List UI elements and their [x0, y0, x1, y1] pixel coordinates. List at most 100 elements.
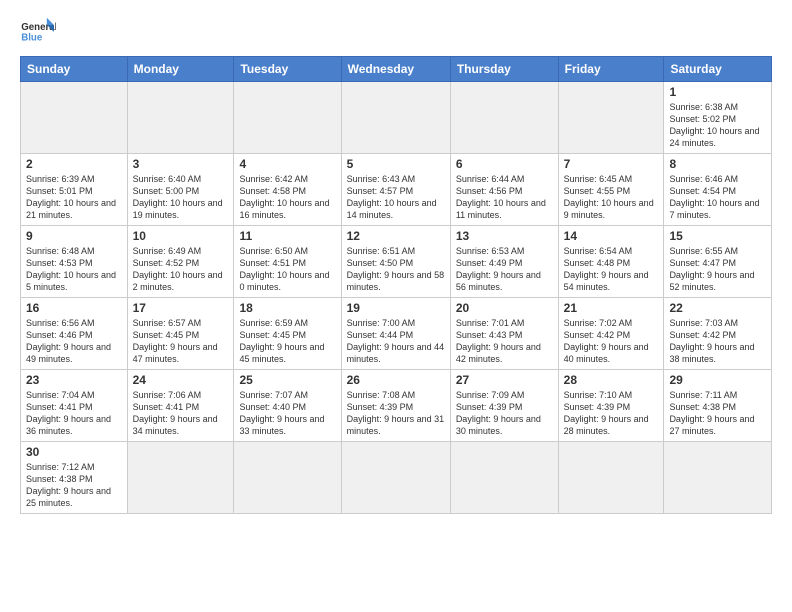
calendar-cell: 17 Sunrise: 6:57 AM Sunset: 4:45 PM Dayli…: [127, 298, 234, 370]
page: General Blue SundayMondayTuesdayWednesda…: [0, 0, 792, 612]
header: General Blue: [20, 16, 772, 46]
day-info: Sunrise: 7:01 AM Sunset: 4:43 PM Dayligh…: [456, 317, 553, 366]
calendar-cell: [341, 82, 450, 154]
day-number: 4: [239, 157, 335, 171]
calendar-cell: 21Sunrise: 7:02 AM Sunset: 4:42 PM Dayli…: [558, 298, 664, 370]
day-info: Sunrise: 6:57 AM Sunset: 4:45 PM Dayligh…: [133, 317, 229, 366]
day-info: Sunrise: 7:03 AM Sunset: 4:42 PM Dayligh…: [669, 317, 766, 366]
day-info: Sunrise: 6:53 AM Sunset: 4:49 PM Dayligh…: [456, 245, 553, 294]
day-info: Sunrise: 6:38 AM Sunset: 5:02 PM Dayligh…: [669, 101, 766, 150]
calendar-cell: 19 Sunrise: 7:00 AM Sunset: 4:44 PM Dayli…: [341, 298, 450, 370]
weekday-thursday: Thursday: [450, 57, 558, 82]
calendar-cell: [558, 82, 664, 154]
weekday-monday: Monday: [127, 57, 234, 82]
day-number: 12: [347, 229, 445, 243]
calendar-cell: 11 Sunrise: 6:50 AM Sunset: 4:51 PM Dayli…: [234, 226, 341, 298]
day-info: Sunrise: 6:50 AM Sunset: 4:51 PM Dayligh…: [239, 245, 335, 294]
weekday-friday: Friday: [558, 57, 664, 82]
day-info: Sunrise: 6:44 AM Sunset: 4:56 PM Dayligh…: [456, 173, 553, 222]
day-info: Sunrise: 7:06 AM Sunset: 4:41 PM Dayligh…: [133, 389, 229, 438]
week-row-3: 9 Sunrise: 6:48 AM Sunset: 4:53 PM Daylig…: [21, 226, 772, 298]
day-number: 27: [456, 373, 553, 387]
weekday-header-row: SundayMondayTuesdayWednesdayThursdayFrid…: [21, 57, 772, 82]
calendar-cell: 7Sunrise: 6:45 AM Sunset: 4:55 PM Daylig…: [558, 154, 664, 226]
day-number: 1: [669, 85, 766, 99]
calendar-cell: 12 Sunrise: 6:51 AM Sunset: 4:50 PM Dayli…: [341, 226, 450, 298]
calendar-cell: 1 Sunrise: 6:38 AM Sunset: 5:02 PM Daylig…: [664, 82, 772, 154]
calendar-cell: 8Sunrise: 6:46 AM Sunset: 4:54 PM Daylig…: [664, 154, 772, 226]
day-number: 17: [133, 301, 229, 315]
day-info: Sunrise: 6:40 AM Sunset: 5:00 PM Dayligh…: [133, 173, 229, 222]
day-info: Sunrise: 7:09 AM Sunset: 4:39 PM Dayligh…: [456, 389, 553, 438]
calendar-cell: 18 Sunrise: 6:59 AM Sunset: 4:45 PM Dayli…: [234, 298, 341, 370]
day-info: Sunrise: 6:49 AM Sunset: 4:52 PM Dayligh…: [133, 245, 229, 294]
calendar-cell: 5 Sunrise: 6:43 AM Sunset: 4:57 PM Daylig…: [341, 154, 450, 226]
day-number: 24: [133, 373, 229, 387]
calendar-cell: [127, 442, 234, 514]
weekday-wednesday: Wednesday: [341, 57, 450, 82]
calendar-cell: 26Sunrise: 7:08 AM Sunset: 4:39 PM Dayli…: [341, 370, 450, 442]
calendar-cell: 2 Sunrise: 6:39 AM Sunset: 5:01 PM Daylig…: [21, 154, 128, 226]
day-info: Sunrise: 7:04 AM Sunset: 4:41 PM Dayligh…: [26, 389, 122, 438]
calendar-cell: 6 Sunrise: 6:44 AM Sunset: 4:56 PM Daylig…: [450, 154, 558, 226]
week-row-6: 30Sunrise: 7:12 AM Sunset: 4:38 PM Dayli…: [21, 442, 772, 514]
calendar-cell: 30Sunrise: 7:12 AM Sunset: 4:38 PM Dayli…: [21, 442, 128, 514]
calendar: SundayMondayTuesdayWednesdayThursdayFrid…: [20, 56, 772, 514]
day-number: 19: [347, 301, 445, 315]
calendar-cell: 13 Sunrise: 6:53 AM Sunset: 4:49 PM Dayli…: [450, 226, 558, 298]
day-info: Sunrise: 7:10 AM Sunset: 4:39 PM Dayligh…: [564, 389, 659, 438]
day-info: Sunrise: 6:46 AM Sunset: 4:54 PM Dayligh…: [669, 173, 766, 222]
calendar-cell: 25Sunrise: 7:07 AM Sunset: 4:40 PM Dayli…: [234, 370, 341, 442]
day-number: 5: [347, 157, 445, 171]
week-row-5: 23Sunrise: 7:04 AM Sunset: 4:41 PM Dayli…: [21, 370, 772, 442]
calendar-cell: 4 Sunrise: 6:42 AM Sunset: 4:58 PM Daylig…: [234, 154, 341, 226]
day-number: 6: [456, 157, 553, 171]
day-info: Sunrise: 6:48 AM Sunset: 4:53 PM Dayligh…: [26, 245, 122, 294]
calendar-cell: [127, 82, 234, 154]
calendar-cell: 10Sunrise: 6:49 AM Sunset: 4:52 PM Dayli…: [127, 226, 234, 298]
day-info: Sunrise: 7:02 AM Sunset: 4:42 PM Dayligh…: [564, 317, 659, 366]
day-info: Sunrise: 6:39 AM Sunset: 5:01 PM Dayligh…: [26, 173, 122, 222]
calendar-cell: [558, 442, 664, 514]
calendar-cell: [234, 82, 341, 154]
calendar-cell: 14Sunrise: 6:54 AM Sunset: 4:48 PM Dayli…: [558, 226, 664, 298]
day-info: Sunrise: 6:51 AM Sunset: 4:50 PM Dayligh…: [347, 245, 445, 294]
calendar-cell: 29Sunrise: 7:11 AM Sunset: 4:38 PM Dayli…: [664, 370, 772, 442]
day-info: Sunrise: 7:12 AM Sunset: 4:38 PM Dayligh…: [26, 461, 122, 510]
day-number: 28: [564, 373, 659, 387]
calendar-cell: 23Sunrise: 7:04 AM Sunset: 4:41 PM Dayli…: [21, 370, 128, 442]
day-info: Sunrise: 6:45 AM Sunset: 4:55 PM Dayligh…: [564, 173, 659, 222]
calendar-cell: 27 Sunrise: 7:09 AM Sunset: 4:39 PM Dayli…: [450, 370, 558, 442]
week-row-2: 2 Sunrise: 6:39 AM Sunset: 5:01 PM Daylig…: [21, 154, 772, 226]
calendar-cell: 22 Sunrise: 7:03 AM Sunset: 4:42 PM Dayli…: [664, 298, 772, 370]
day-info: Sunrise: 6:42 AM Sunset: 4:58 PM Dayligh…: [239, 173, 335, 222]
calendar-cell: [341, 442, 450, 514]
calendar-cell: [664, 442, 772, 514]
day-info: Sunrise: 7:07 AM Sunset: 4:40 PM Dayligh…: [239, 389, 335, 438]
day-info: Sunrise: 7:00 AM Sunset: 4:44 PM Dayligh…: [347, 317, 445, 366]
day-number: 9: [26, 229, 122, 243]
calendar-cell: [21, 82, 128, 154]
day-number: 26: [347, 373, 445, 387]
day-info: Sunrise: 6:59 AM Sunset: 4:45 PM Dayligh…: [239, 317, 335, 366]
calendar-cell: [234, 442, 341, 514]
day-number: 16: [26, 301, 122, 315]
day-info: Sunrise: 6:54 AM Sunset: 4:48 PM Dayligh…: [564, 245, 659, 294]
day-number: 2: [26, 157, 122, 171]
day-number: 20: [456, 301, 553, 315]
day-info: Sunrise: 6:43 AM Sunset: 4:57 PM Dayligh…: [347, 173, 445, 222]
weekday-tuesday: Tuesday: [234, 57, 341, 82]
calendar-cell: 15Sunrise: 6:55 AM Sunset: 4:47 PM Dayli…: [664, 226, 772, 298]
day-info: Sunrise: 6:55 AM Sunset: 4:47 PM Dayligh…: [669, 245, 766, 294]
day-number: 29: [669, 373, 766, 387]
day-info: Sunrise: 6:56 AM Sunset: 4:46 PM Dayligh…: [26, 317, 122, 366]
week-row-4: 16 Sunrise: 6:56 AM Sunset: 4:46 PM Dayli…: [21, 298, 772, 370]
calendar-cell: [450, 82, 558, 154]
calendar-cell: 20 Sunrise: 7:01 AM Sunset: 4:43 PM Dayli…: [450, 298, 558, 370]
day-number: 13: [456, 229, 553, 243]
calendar-cell: 24 Sunrise: 7:06 AM Sunset: 4:41 PM Dayli…: [127, 370, 234, 442]
day-number: 11: [239, 229, 335, 243]
svg-text:Blue: Blue: [21, 33, 43, 44]
day-number: 18: [239, 301, 335, 315]
day-number: 22: [669, 301, 766, 315]
